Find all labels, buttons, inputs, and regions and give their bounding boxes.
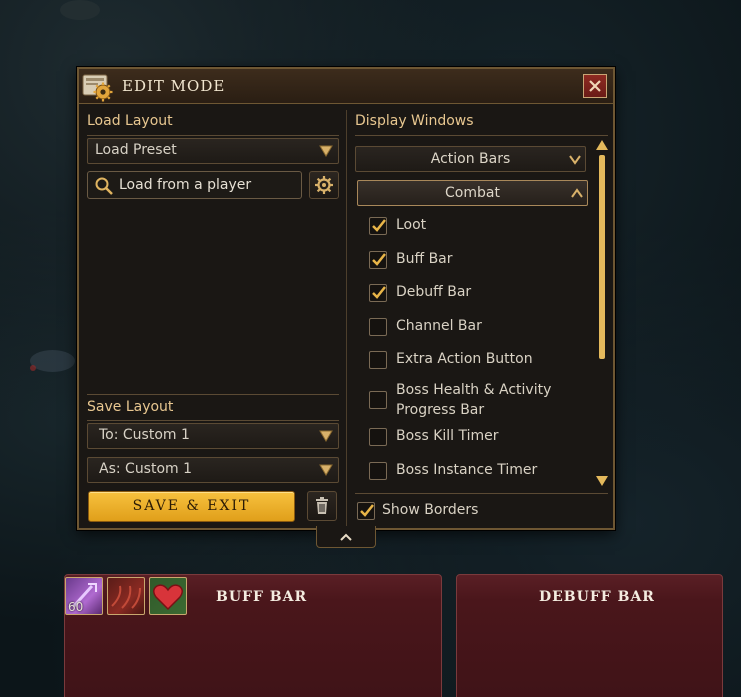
checkbox-label: Buff Bar <box>396 251 453 267</box>
checkbox-row-channel-bar[interactable]: Channel Bar <box>369 316 482 338</box>
load-layout-label: Load Layout <box>87 113 173 129</box>
dropdown-arrow-icon <box>319 145 333 157</box>
checkbox[interactable] <box>369 318 387 336</box>
close-button[interactable] <box>583 74 607 98</box>
divider <box>87 135 339 136</box>
load-preset-dropdown[interactable]: Load Preset <box>87 138 339 164</box>
divider <box>355 493 608 494</box>
debuff-bar-title: DEBUFF BAR <box>539 589 655 605</box>
checkbox[interactable] <box>369 284 387 302</box>
divider <box>355 135 608 136</box>
gear-document-icon <box>81 72 115 102</box>
subcategory-value: Combat <box>445 185 500 201</box>
column-divider <box>346 110 347 528</box>
search-icon <box>95 177 113 195</box>
scrollbar[interactable] <box>595 139 609 487</box>
checkbox-label: Debuff Bar <box>396 284 472 300</box>
edit-mode-window: EDIT MODE Load Layout Load Preset Load f… <box>77 67 615 530</box>
checkbox-row-boss-kill-timer[interactable]: Boss Kill Timer <box>369 426 499 448</box>
dropdown-arrow-icon <box>319 430 333 442</box>
chevron-up-icon <box>571 188 583 198</box>
checkbox-label: Boss Instance Timer <box>396 462 538 478</box>
display-windows-column: Display Windows Action Bars Combat Loot … <box>355 113 608 520</box>
scroll-up-arrow-icon[interactable] <box>595 139 609 151</box>
subcategory-dropdown[interactable]: Combat <box>357 180 588 206</box>
checkbox-row-loot[interactable]: Loot <box>369 215 426 237</box>
checkbox-row-show-borders[interactable]: Show Borders <box>357 500 478 522</box>
checkbox-label: Boss Kill Timer <box>396 428 499 444</box>
checkbox[interactable] <box>369 391 387 409</box>
scroll-thumb[interactable] <box>599 155 605 359</box>
checkbox-row-buff-bar[interactable]: Buff Bar <box>369 249 453 271</box>
category-value: Action Bars <box>430 151 511 167</box>
window-title: EDIT MODE <box>122 77 226 95</box>
checkbox[interactable] <box>357 502 375 520</box>
checkbox[interactable] <box>369 462 387 480</box>
checkbox-row-boss-health[interactable]: Boss Health & Activity Progress Bar <box>369 379 569 421</box>
save-and-exit-button[interactable]: SAVE & EXIT <box>88 491 295 522</box>
gear-icon <box>315 176 333 194</box>
checkbox-row-extra-action-button[interactable]: Extra Action Button <box>369 349 533 371</box>
checkbox[interactable] <box>369 251 387 269</box>
chevron-down-icon <box>569 155 581 165</box>
load-preset-value: Load Preset <box>95 142 177 158</box>
red-wisps-icon[interactable] <box>107 577 145 615</box>
close-icon <box>589 80 601 92</box>
save-layout-label: Save Layout <box>87 399 174 415</box>
save-to-dropdown[interactable]: To: Custom 1 <box>87 423 339 449</box>
display-windows-label: Display Windows <box>355 113 474 129</box>
delete-layout-button[interactable] <box>307 491 337 521</box>
checkbox-label: Extra Action Button <box>396 351 533 367</box>
settings-button[interactable] <box>309 171 339 199</box>
layout-column: Load Layout Load Preset Load from a play… <box>87 113 339 522</box>
checkbox-label: Boss Health & Activity Progress Bar <box>396 382 552 418</box>
checkbox[interactable] <box>369 217 387 235</box>
debuff-bar-panel[interactable]: DEBUFF BAR <box>456 574 723 697</box>
red-heart-icon[interactable] <box>149 577 187 615</box>
checkbox[interactable] <box>369 351 387 369</box>
collapse-window-tab[interactable] <box>316 526 376 548</box>
checkbox-row-debuff-bar[interactable]: Debuff Bar <box>369 282 471 304</box>
search-placeholder: Load from a player <box>119 177 252 193</box>
divider <box>87 420 339 421</box>
buff-bar-title: BUFF BAR <box>216 589 308 605</box>
save-to-value: To: Custom 1 <box>99 427 190 443</box>
save-as-dropdown[interactable]: As: Custom 1 <box>87 457 339 483</box>
chevron-up-icon <box>340 533 352 541</box>
save-as-value: As: Custom 1 <box>99 461 193 477</box>
trash-icon <box>316 497 328 514</box>
checkbox-label: Show Borders <box>382 502 479 518</box>
checkbox-row-boss-instance-timer[interactable]: Boss Instance Timer <box>369 460 537 482</box>
divider <box>87 394 339 395</box>
load-from-player-input[interactable]: Load from a player <box>87 171 302 199</box>
checkbox[interactable] <box>369 428 387 446</box>
stack-count: 60 <box>68 600 84 614</box>
checkbox-label: Channel Bar <box>396 318 482 334</box>
category-dropdown[interactable]: Action Bars <box>355 146 586 172</box>
checkbox-label: Loot <box>396 217 427 233</box>
title-bar[interactable]: EDIT MODE <box>79 69 613 104</box>
purple-arrow-icon[interactable]: 60 <box>65 577 103 615</box>
dropdown-arrow-icon <box>319 464 333 476</box>
scroll-down-arrow-icon[interactable] <box>595 475 609 487</box>
